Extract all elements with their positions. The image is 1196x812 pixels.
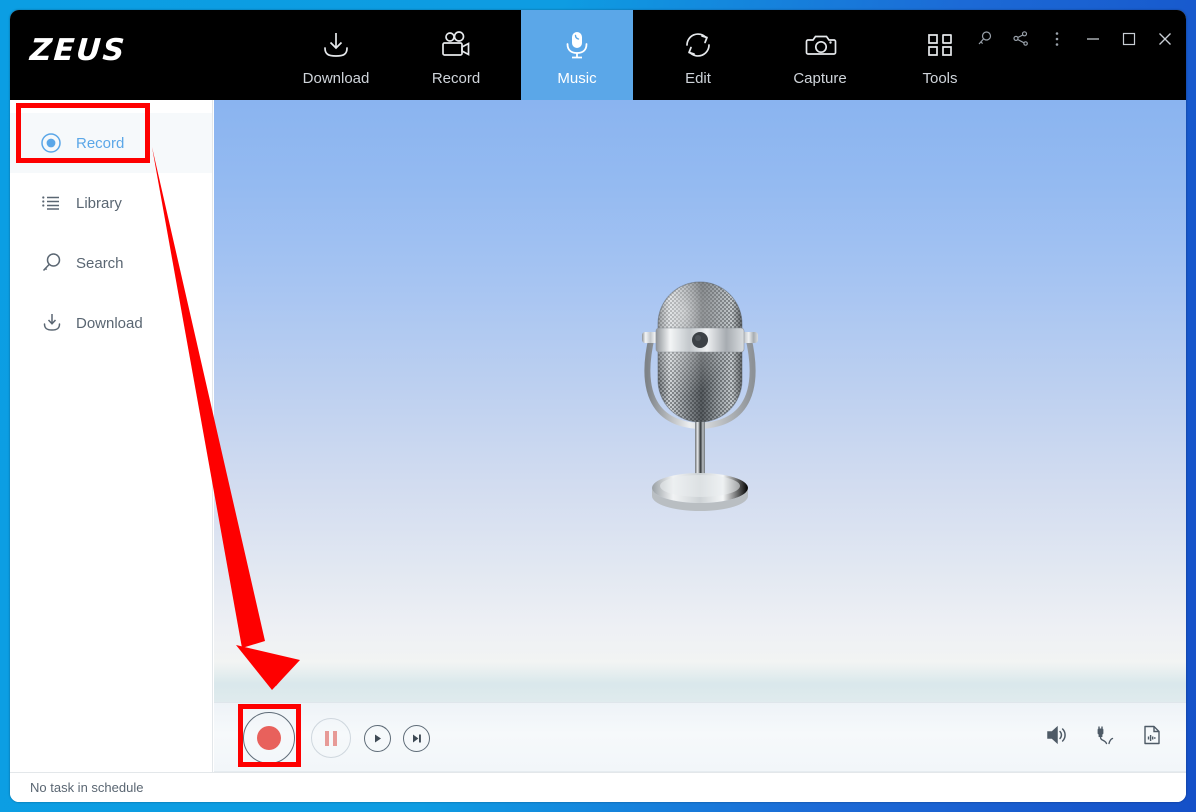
close-icon[interactable] bbox=[1154, 28, 1176, 50]
download-tray-icon bbox=[40, 311, 70, 335]
app-logo: ZEUS bbox=[28, 33, 128, 68]
video-camera-icon bbox=[437, 24, 475, 66]
pause-icon bbox=[325, 730, 337, 746]
desktop-background: ZEUS Download Record Music Edit Capture … bbox=[0, 0, 1196, 812]
nav-tab-edit[interactable]: Edit bbox=[642, 10, 754, 100]
audio-settings-controls bbox=[1044, 723, 1164, 747]
nav-tab-capture-label: Capture bbox=[793, 69, 847, 87]
list-icon bbox=[40, 192, 70, 214]
magnifier-icon bbox=[40, 251, 70, 275]
record-button[interactable] bbox=[243, 712, 295, 764]
transport-bar bbox=[214, 702, 1186, 772]
retro-microphone-illustration bbox=[642, 281, 758, 511]
minimize-icon[interactable] bbox=[1082, 28, 1104, 50]
refresh-cycle-icon bbox=[679, 24, 717, 66]
sidebar-item-download[interactable]: Download bbox=[10, 293, 212, 353]
status-text: No task in schedule bbox=[30, 780, 144, 795]
download-tray-icon bbox=[317, 24, 355, 66]
nav-tab-music-label: Music bbox=[557, 69, 597, 87]
nav-tab-tools-label: Tools bbox=[922, 69, 958, 87]
play-button[interactable] bbox=[364, 725, 391, 752]
record-circle-icon bbox=[40, 132, 70, 154]
status-bar: No task in schedule bbox=[10, 772, 1186, 802]
nav-tab-edit-label: Edit bbox=[685, 69, 711, 87]
key-icon[interactable] bbox=[974, 28, 996, 50]
nav-tab-music[interactable]: Music bbox=[521, 10, 633, 100]
nav-tab-download-label: Download bbox=[302, 69, 370, 87]
maximize-icon[interactable] bbox=[1118, 28, 1140, 50]
audio-file-icon[interactable] bbox=[1140, 723, 1164, 747]
content-area bbox=[214, 100, 1186, 772]
play-icon bbox=[375, 734, 381, 743]
sidebar-item-library-label: Library bbox=[76, 194, 122, 212]
speaker-volume-icon[interactable] bbox=[1044, 723, 1068, 747]
nav-tab-capture[interactable]: Capture bbox=[764, 10, 876, 100]
top-navigation-bar: ZEUS Download Record Music Edit Capture … bbox=[10, 10, 1186, 100]
nav-tab-record[interactable]: Record bbox=[400, 10, 512, 100]
nav-tab-record-label: Record bbox=[431, 69, 481, 87]
record-dot-icon bbox=[257, 726, 281, 750]
pause-button[interactable] bbox=[311, 718, 351, 758]
sidebar: Record Library Search Download bbox=[10, 100, 213, 772]
sidebar-item-search-label: Search bbox=[76, 254, 124, 272]
more-menu-icon[interactable] bbox=[1046, 28, 1068, 50]
sidebar-item-record-label: Record bbox=[76, 134, 125, 152]
microphone-jack-icon[interactable] bbox=[1092, 723, 1116, 747]
sidebar-item-search[interactable]: Search bbox=[10, 233, 212, 293]
camera-icon bbox=[801, 24, 839, 66]
zeus-application-window: ZEUS Download Record Music Edit Capture … bbox=[10, 10, 1186, 802]
sidebar-item-library[interactable]: Library bbox=[10, 173, 212, 233]
sidebar-item-record[interactable]: Record bbox=[10, 113, 212, 173]
microphone-icon bbox=[558, 24, 596, 66]
share-icon[interactable] bbox=[1010, 28, 1032, 50]
window-controls bbox=[974, 19, 1176, 59]
next-track-button[interactable] bbox=[403, 725, 430, 752]
skip-next-icon bbox=[413, 734, 421, 743]
nav-tab-download[interactable]: Download bbox=[280, 10, 392, 100]
grid-squares-icon bbox=[921, 24, 959, 66]
preview-stage bbox=[214, 100, 1186, 702]
sidebar-item-download-label: Download bbox=[76, 314, 143, 332]
